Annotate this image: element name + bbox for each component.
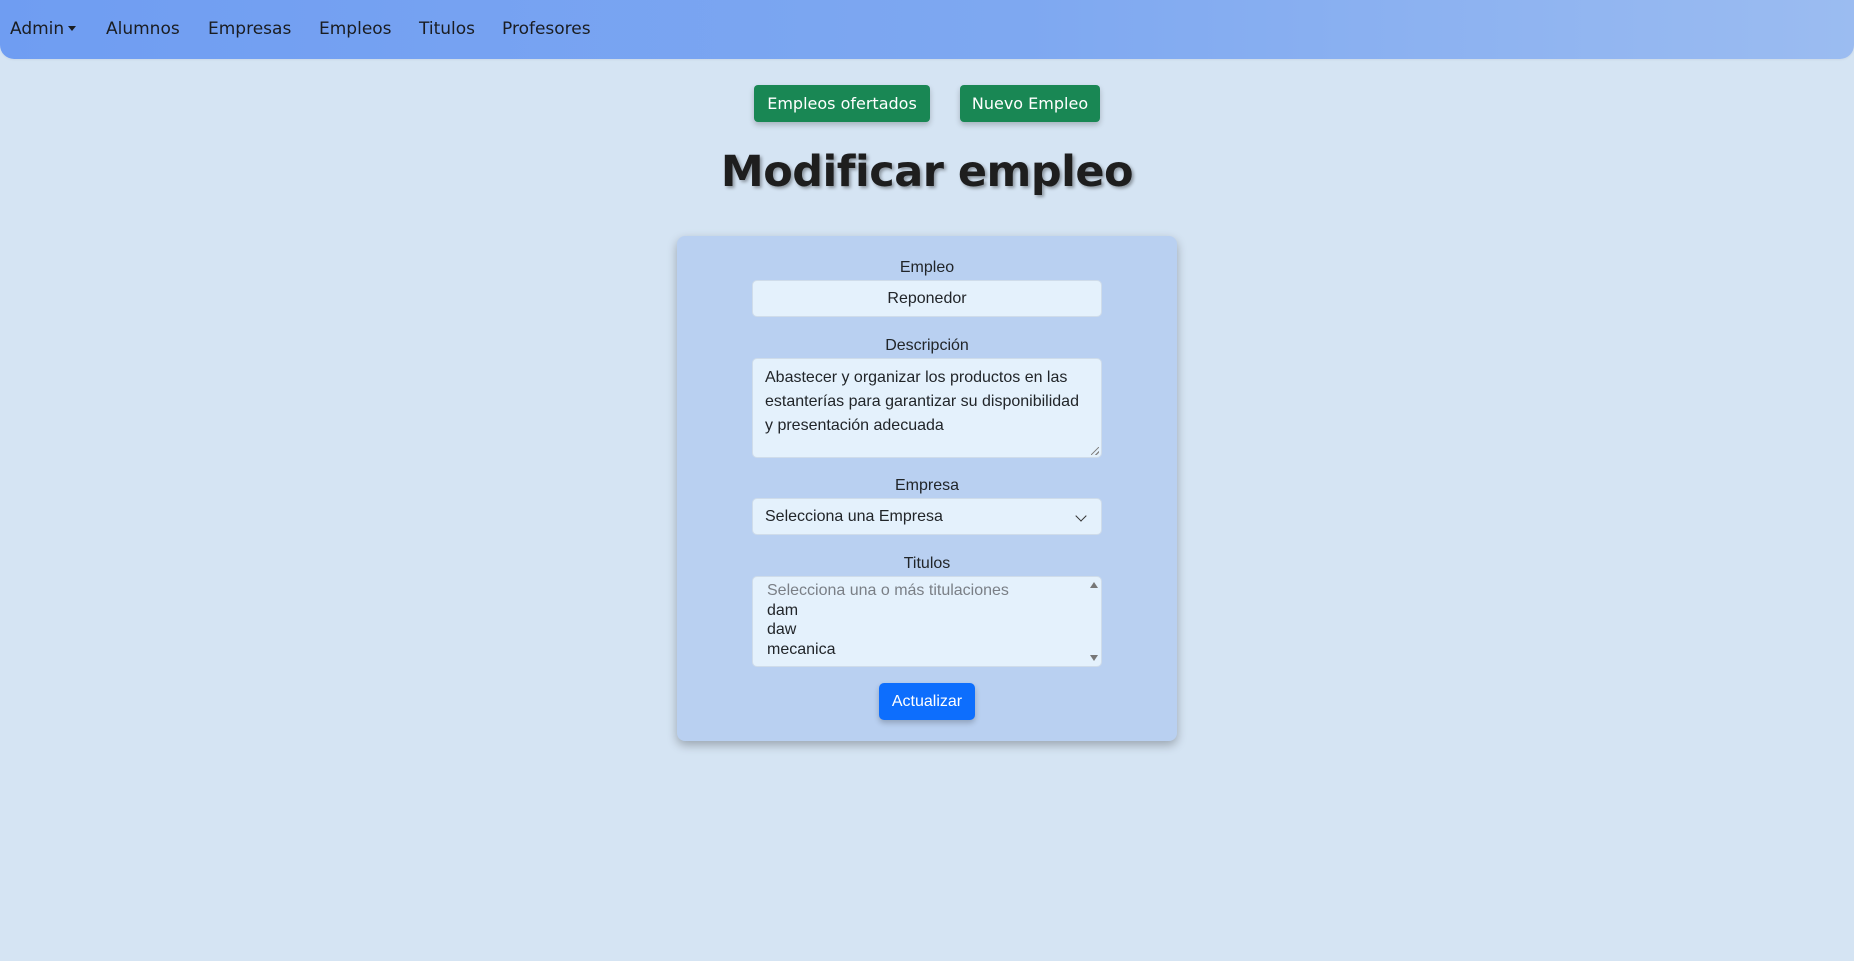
edit-job-form: Empleo Reponedor Descripción Abastecer y… [677,236,1177,741]
page-title: Modificar empleo [720,147,1134,197]
description-text: Abastecer y organizar los productos en l… [765,369,1079,434]
nav-admin-label: Admin [10,19,65,39]
scroll-up-arrow-icon[interactable] [1090,582,1098,588]
update-button[interactable]: Actualizar [879,683,975,720]
titles-option-dam[interactable]: dam [767,601,1101,621]
nav-item-empleos[interactable]: Empleos [319,17,392,41]
company-selected-value: Selecciona una Empresa [765,508,943,525]
chevron-down-icon [1075,510,1087,522]
titles-multiselect[interactable]: Selecciona una o más titulaciones dam da… [752,576,1102,667]
job-label: Empleo [899,259,955,276]
nav-admin-dropdown[interactable]: Admin [10,17,77,41]
nav-item-alumnos[interactable]: Alumnos [106,17,180,41]
new-job-button[interactable]: Nuevo Empleo [960,85,1100,122]
caret-down-icon [68,25,77,31]
titles-label: Titulos [903,555,951,572]
titles-option-placeholder[interactable]: Selecciona una o más titulaciones [767,581,1101,601]
description-textarea[interactable]: Abastecer y organizar los productos en l… [752,358,1102,458]
company-select[interactable]: Selecciona una Empresa [752,498,1102,535]
job-input[interactable]: Reponedor [752,280,1102,317]
titles-option-daw[interactable]: daw [767,620,1101,640]
resize-handle-icon[interactable] [1091,447,1099,455]
top-navbar: Admin Alumnos Empresas Empleos Titulos P… [0,0,1854,59]
nav-item-profesores[interactable]: Profesores [502,17,591,41]
offered-jobs-button[interactable]: Empleos ofertados [754,85,930,122]
scroll-down-arrow-icon[interactable] [1090,655,1098,661]
nav-item-titulos[interactable]: Titulos [419,17,475,41]
company-label: Empresa [894,477,960,494]
nav-item-empresas[interactable]: Empresas [208,17,291,41]
description-label: Descripción [885,337,969,354]
titles-option-mecanica[interactable]: mecanica [767,640,1101,660]
titles-scrollbar[interactable] [1087,577,1101,666]
